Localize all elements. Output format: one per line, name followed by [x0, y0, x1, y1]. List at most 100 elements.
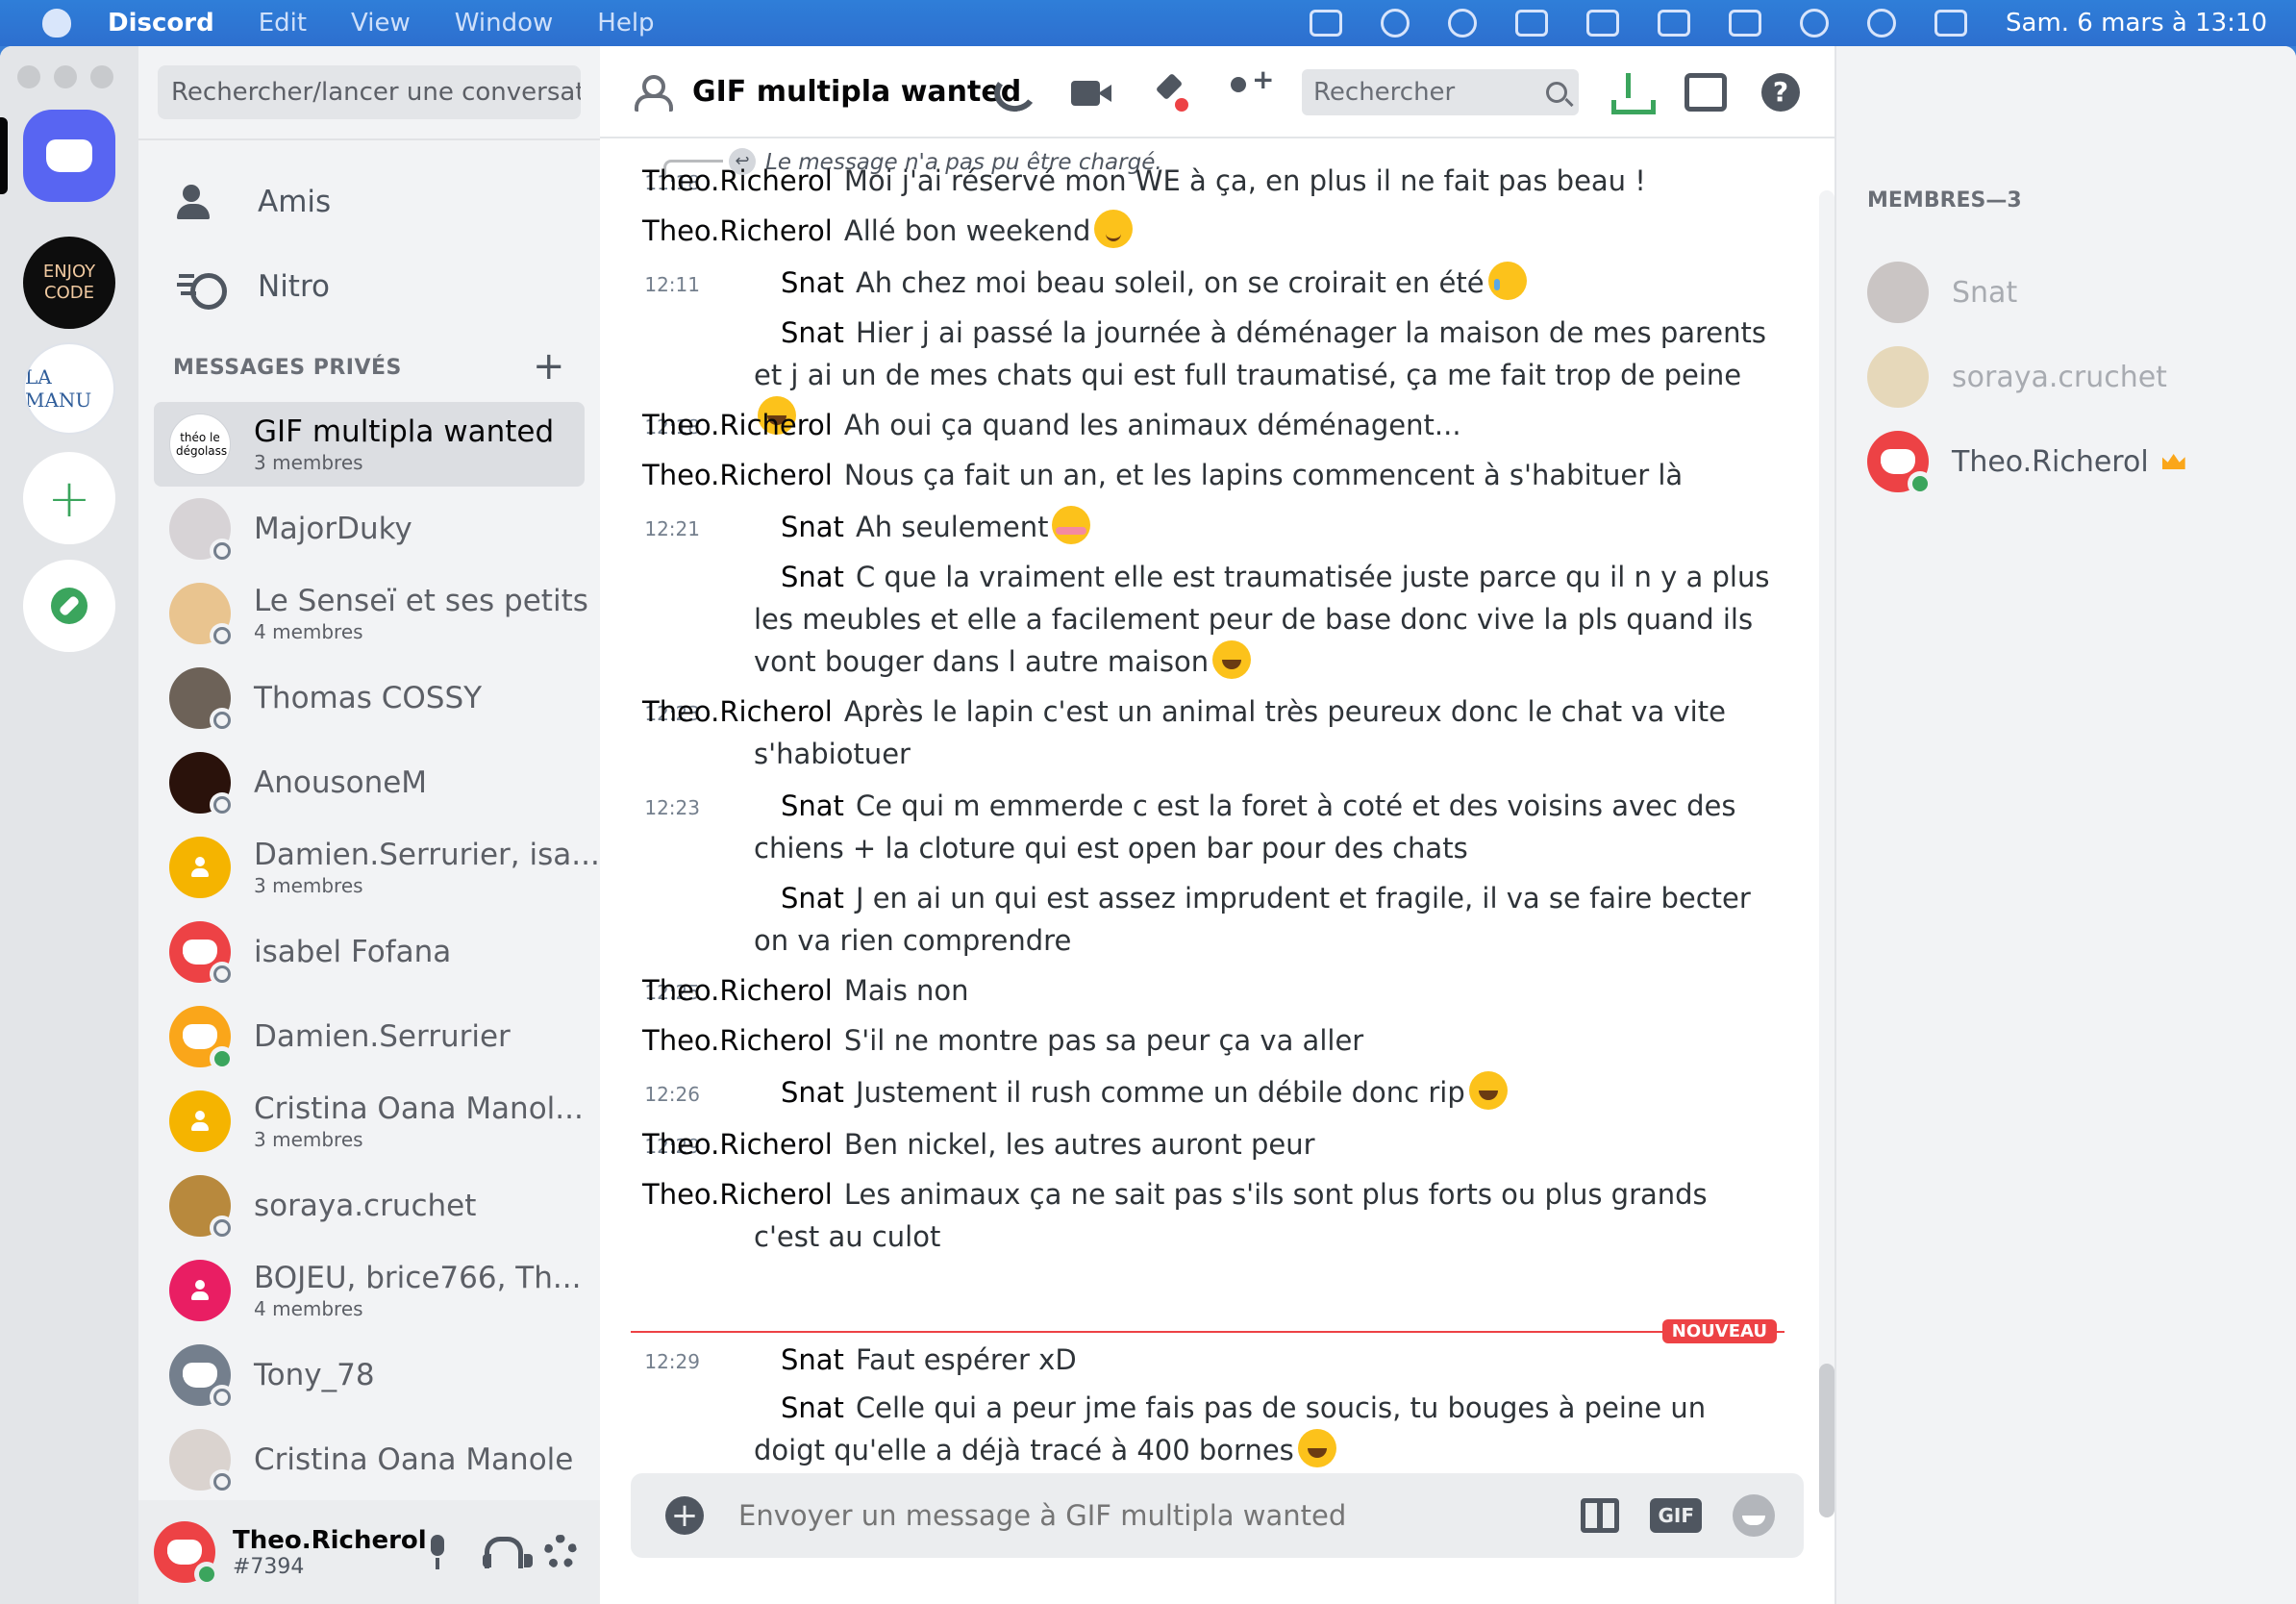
- nav-friends[interactable]: Amis: [154, 165, 585, 238]
- member-item[interactable]: soraya.cruchet: [1867, 342, 2167, 412]
- message-author[interactable]: Theo.Richerol: [642, 214, 833, 247]
- message-author[interactable]: Theo.Richerol: [642, 974, 833, 1007]
- add-friends-to-dm-icon[interactable]: [1225, 63, 1274, 112]
- headset-icon[interactable]: [483, 1535, 533, 1569]
- remote-desktop-icon[interactable]: [1515, 10, 1549, 37]
- message-author[interactable]: Theo.Richerol: [642, 1128, 833, 1161]
- message-author[interactable]: Snat: [781, 316, 844, 349]
- message-author[interactable]: Theo.Richerol: [642, 1178, 833, 1211]
- user-info[interactable]: Theo.Richerol #7394: [233, 1526, 427, 1579]
- dm-item[interactable]: BOJEU, brice766, Th... 4 membres: [154, 1248, 585, 1333]
- add-server-button[interactable]: +: [23, 452, 115, 544]
- create-dm-button[interactable]: +: [533, 344, 565, 388]
- start-voice-call-icon[interactable]: [990, 69, 1040, 115]
- wifi-icon[interactable]: [1800, 9, 1830, 38]
- menu-app-discord[interactable]: Discord: [108, 9, 214, 38]
- message-input[interactable]: [738, 1499, 1582, 1532]
- server-la-manu[interactable]: LA MANU: [23, 342, 115, 435]
- chat-search-input[interactable]: Rechercher: [1302, 69, 1579, 115]
- menubar-clock[interactable]: Sam. 6 mars à 13:10: [2006, 9, 2267, 38]
- gift-icon[interactable]: [1581, 1498, 1620, 1533]
- creative-cloud-icon[interactable]: [1381, 9, 1410, 38]
- message-author[interactable]: Snat: [781, 561, 844, 593]
- explore-servers-button[interactable]: [23, 560, 115, 652]
- message-author[interactable]: Theo.Richerol: [642, 695, 833, 728]
- dm-item[interactable]: Thomas COSSY: [154, 656, 585, 740]
- control-center-icon[interactable]: [1934, 10, 1968, 37]
- message-timestamp: 12:23: [644, 796, 700, 819]
- dm-item[interactable]: Damien.Serrurier, isa... 3 membres: [154, 825, 600, 910]
- message-author[interactable]: Theo.Richerol: [642, 459, 833, 491]
- dm-item[interactable]: Cristina Oana Manol... 3 membres: [154, 1079, 585, 1164]
- apple-icon[interactable]: [42, 9, 71, 38]
- nav-nitro[interactable]: Nitro: [154, 250, 585, 323]
- smile-emoji-icon: [1094, 210, 1134, 248]
- dm-item[interactable]: isabel Fofana: [154, 910, 585, 994]
- chat-title[interactable]: GIF multipla wanted: [692, 75, 1021, 109]
- message-author[interactable]: Theo.Richerol: [642, 1024, 833, 1057]
- emoji-picker-icon[interactable]: [1733, 1494, 1775, 1537]
- status-icon: [210, 1046, 235, 1071]
- message-author[interactable]: Snat: [781, 1391, 844, 1424]
- message-author[interactable]: Snat: [781, 266, 844, 299]
- message-scrollbar-track[interactable]: [1819, 190, 1834, 1517]
- menu-help[interactable]: Help: [597, 9, 654, 38]
- dm-text: Thomas COSSY: [254, 681, 482, 715]
- dm-item[interactable]: Tony_78: [154, 1333, 585, 1417]
- dm-avatar-label: théo le dégolass: [176, 431, 228, 458]
- message-scrollbar-thumb[interactable]: [1819, 1364, 1834, 1517]
- add-circle-icon[interactable]: [1448, 9, 1478, 38]
- dm-item[interactable]: Cristina Oana Manole: [154, 1417, 585, 1502]
- start-video-call-icon[interactable]: [1071, 73, 1113, 112]
- server-enjoy-code[interactable]: ENJOY CODE: [23, 237, 115, 329]
- dm-text: Cristina Oana Manol... 3 membres: [254, 1091, 584, 1151]
- message-body: Theo.Richerol Moi j'ai réservé mon WE à ç…: [642, 160, 1773, 202]
- menu-view[interactable]: View: [351, 9, 411, 38]
- message-author[interactable]: Snat: [781, 882, 844, 915]
- user-name: Theo.Richerol: [233, 1525, 427, 1555]
- microphone-icon[interactable]: [421, 1535, 454, 1569]
- user-avatar[interactable]: [154, 1521, 219, 1587]
- window-manager-icon[interactable]: [1586, 10, 1620, 37]
- pinned-messages-icon[interactable]: [1148, 73, 1190, 112]
- help-icon[interactable]: ?: [1761, 73, 1800, 112]
- menu-edit[interactable]: Edit: [259, 9, 307, 38]
- minimize-window-button[interactable]: [54, 65, 77, 88]
- menu-window[interactable]: Window: [455, 9, 554, 38]
- spotlight-icon[interactable]: [1867, 9, 1897, 38]
- member-item[interactable]: Snat: [1867, 258, 2017, 327]
- dm-item[interactable]: Le Senseï et ses petits 4 membres: [154, 571, 588, 656]
- zoom-window-button[interactable]: [90, 65, 113, 88]
- dm-item[interactable]: théo le dégolass GIF multipla wanted 3 mem…: [154, 402, 585, 487]
- home-button[interactable]: [23, 110, 115, 202]
- message-body: Theo.Richerol Allé bon weekend: [642, 210, 1773, 252]
- member-item[interactable]: Theo.Richerol: [1867, 427, 2185, 496]
- dm-text: soraya.cruchet: [254, 1189, 476, 1223]
- message-author[interactable]: Snat: [781, 789, 844, 822]
- message-author[interactable]: Theo.Richerol: [642, 164, 833, 197]
- message-text: Ah seulement: [855, 511, 1049, 543]
- settings-gear-icon[interactable]: [544, 1535, 577, 1569]
- download-icon[interactable]: [1608, 73, 1656, 114]
- battery-icon[interactable]: [1729, 10, 1762, 37]
- gif-button[interactable]: GIF: [1650, 1498, 1702, 1533]
- chat-toolbar: Rechercher ?: [990, 46, 1834, 138]
- dm-item[interactable]: Damien.Serrurier: [154, 994, 585, 1079]
- close-window-button[interactable]: [17, 65, 40, 88]
- dm-item[interactable]: soraya.cruchet: [154, 1164, 585, 1248]
- dm-item[interactable]: MajorDuky: [154, 487, 585, 571]
- message-author[interactable]: Snat: [781, 511, 844, 543]
- message-author[interactable]: Snat: [781, 1076, 844, 1109]
- display-icon[interactable]: [1658, 10, 1691, 37]
- message-author[interactable]: Theo.Richerol: [642, 409, 833, 441]
- upload-plus-icon[interactable]: +: [665, 1496, 704, 1535]
- dm-text: Le Senseï et ses petits 4 membres: [254, 584, 588, 643]
- inbox-icon[interactable]: [1685, 73, 1727, 112]
- message-author[interactable]: Snat: [781, 1343, 844, 1376]
- dm-item[interactable]: AnousoneM: [154, 740, 585, 825]
- nav-friends-label: Amis: [258, 185, 332, 219]
- zoom-icon[interactable]: [1310, 10, 1343, 37]
- laugh-emoji-icon: [1297, 1429, 1336, 1467]
- member-list-panel: MEMBRES—3 Snat soraya.cruchet Theo.Richero…: [1834, 46, 2296, 1604]
- dm-search-input[interactable]: Rechercher/lancer une conversat...: [158, 65, 581, 119]
